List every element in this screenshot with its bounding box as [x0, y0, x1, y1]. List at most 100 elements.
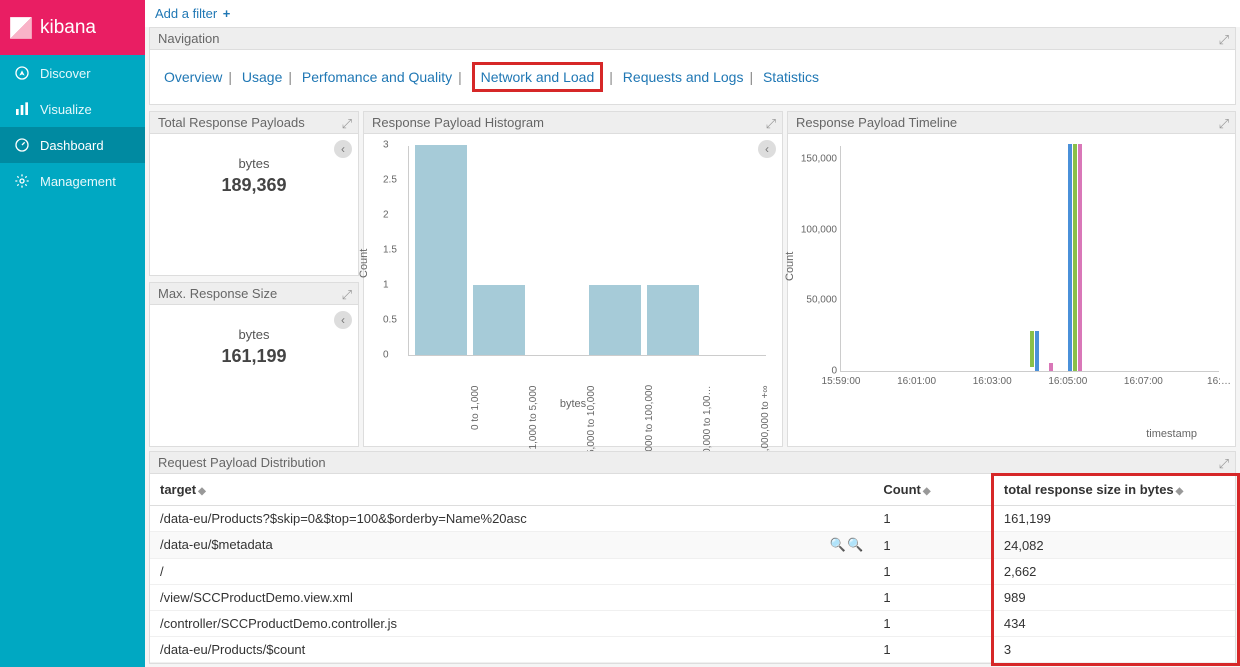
add-filter-label: Add a filter: [155, 6, 217, 21]
y-tick: 100,000: [797, 224, 837, 235]
histogram-title: Response Payload Histogram: [372, 115, 544, 130]
back-arrow-icon[interactable]: ‹: [334, 311, 352, 329]
tab-network-load[interactable]: Network and Load: [481, 69, 595, 85]
table-row[interactable]: /data-eu/$metadata🔍 🔍124,082: [150, 532, 1235, 559]
kibana-logo[interactable]: kibana: [0, 0, 145, 55]
cell-count: 1: [873, 585, 994, 611]
cell-target: /data-eu/$metadata🔍 🔍: [150, 532, 873, 559]
zoom-icons[interactable]: 🔍 🔍: [830, 537, 863, 553]
cell-bytes: 989: [994, 585, 1235, 611]
tab-overview[interactable]: Overview: [164, 69, 222, 85]
cell-bytes: 24,082: [994, 532, 1235, 559]
maximize-icon[interactable]: ⤢: [1219, 456, 1229, 472]
sidebar-item-visualize[interactable]: Visualize: [0, 91, 145, 127]
table-row[interactable]: /view/SCCProductDemo.view.xml1989: [150, 585, 1235, 611]
sidebar-item-management[interactable]: Management: [0, 163, 145, 199]
maximize-icon[interactable]: ⤢: [1219, 116, 1229, 132]
cell-bytes: 3: [994, 637, 1235, 663]
dashboard-row: Total Response Payloads ⤢ ‹ bytes 189,369…: [149, 111, 1236, 447]
y-tick: 150,000: [797, 154, 837, 165]
sort-icon: ◆: [1176, 486, 1184, 497]
cell-count: 1: [873, 532, 994, 559]
cell-bytes: 161,199: [994, 506, 1235, 532]
total-payloads-title: Total Response Payloads: [158, 115, 305, 130]
sidebar-item-dashboard[interactable]: Dashboard: [0, 127, 145, 163]
add-filter-link[interactable]: Add a filter +: [145, 0, 1240, 27]
tab-usage[interactable]: Usage: [242, 69, 282, 85]
cell-target: /controller/SCCProductDemo.controller.js: [150, 611, 873, 637]
cell-target: /view/SCCProductDemo.view.xml: [150, 585, 873, 611]
timeline-bar: [1035, 331, 1039, 371]
cell-bytes: 2,662: [994, 559, 1235, 585]
cell-count: 1: [873, 506, 994, 532]
cell-target: /data-eu/Products?$skip=0&$top=100&$orde…: [150, 506, 873, 532]
sort-icon: ◆: [198, 486, 206, 497]
histogram-card: Response Payload Histogram⤢ ‹ Count 00.5…: [363, 111, 783, 447]
cell-target: /data-eu/Products/$count: [150, 637, 873, 663]
y-tick: 1: [383, 280, 389, 291]
tab-requests-logs[interactable]: Requests and Logs: [623, 69, 744, 85]
y-tick: 0: [383, 350, 389, 361]
brand-name: kibana: [40, 17, 96, 39]
histogram-bar[interactable]: 100,000 to 1,00…: [647, 285, 699, 355]
x-tick: 16:03:00: [973, 376, 1012, 387]
distribution-table: target◆ Count◆ total response size in by…: [150, 474, 1235, 663]
y-axis-label: Count: [358, 249, 370, 278]
histogram-bar[interactable]: 0 to 1,000: [415, 145, 467, 355]
cell-bytes: 434: [994, 611, 1235, 637]
y-tick: 2: [383, 210, 389, 221]
maximize-icon[interactable]: ⤢: [342, 287, 352, 303]
x-tick: 15:59:00: [822, 376, 861, 387]
histogram-chart[interactable]: Count 00.511.522.530 to 1,0001,000 to 5,…: [372, 142, 774, 402]
timeline-bar-group[interactable]: [1068, 144, 1082, 371]
timeline-bar: [1078, 144, 1082, 371]
y-tick: 2.5: [383, 175, 397, 186]
sidebar-label-dashboard: Dashboard: [40, 138, 104, 153]
timeline-bar: [1068, 144, 1072, 371]
sidebar-label-management: Management: [40, 174, 116, 189]
tab-links: Overview| Usage| Perfomance and Quality|…: [150, 50, 1235, 104]
timeline-title: Response Payload Timeline: [796, 115, 957, 130]
histogram-bar[interactable]: 1,000 to 5,000: [473, 285, 525, 355]
maximize-icon[interactable]: ⤢: [1219, 32, 1229, 48]
y-tick: 0.5: [383, 315, 397, 326]
sidebar-item-discover[interactable]: Discover: [0, 55, 145, 91]
timeline-chart[interactable]: Count 050,000100,000150,00015:59:0016:01…: [796, 142, 1227, 408]
navigation-panel-title: Navigation ⤢: [150, 28, 1235, 50]
col-header-bytes[interactable]: total response size in bytes◆: [994, 474, 1235, 506]
col-header-count[interactable]: Count◆: [873, 474, 994, 506]
table-row[interactable]: /12,662: [150, 559, 1235, 585]
kibana-mark-icon: [8, 15, 34, 41]
col-header-target[interactable]: target◆: [150, 474, 873, 506]
table-title: Request Payload Distribution: [158, 455, 326, 470]
max-size-title: Max. Response Size: [158, 286, 277, 301]
x-axis-label: timestamp: [1146, 428, 1197, 440]
timeline-bar-group[interactable]: [1049, 363, 1053, 371]
x-axis-label: bytes: [560, 398, 586, 410]
navigation-panel: Navigation ⤢ Overview| Usage| Perfomance…: [149, 27, 1236, 105]
x-tick: 16:05:00: [1048, 376, 1087, 387]
cell-count: 1: [873, 611, 994, 637]
y-tick: 1.5: [383, 245, 397, 256]
maximize-icon[interactable]: ⤢: [766, 116, 776, 132]
x-tick: 16:…: [1207, 376, 1231, 387]
metric-value: 189,369: [158, 175, 350, 196]
maximize-icon[interactable]: ⤢: [342, 116, 352, 132]
sidebar: kibana Discover Visualize Dashboard Mana…: [0, 0, 145, 667]
tab-performance[interactable]: Perfomance and Quality: [302, 69, 452, 85]
x-tick: 16:07:00: [1124, 376, 1163, 387]
tab-statistics[interactable]: Statistics: [763, 69, 819, 85]
timeline-card: Response Payload Timeline⤢ Count 050,000…: [787, 111, 1236, 447]
back-arrow-icon[interactable]: ‹: [334, 140, 352, 158]
table-row[interactable]: /controller/SCCProductDemo.controller.js…: [150, 611, 1235, 637]
gear-icon: [14, 173, 30, 189]
gauge-icon: [14, 137, 30, 153]
cell-target: /: [150, 559, 873, 585]
histogram-bar[interactable]: 10,000 to 100,000: [589, 285, 641, 355]
table-row[interactable]: /data-eu/Products?$skip=0&$top=100&$orde…: [150, 506, 1235, 532]
table-row[interactable]: /data-eu/Products/$count13: [150, 637, 1235, 663]
metric-label: bytes: [158, 156, 350, 171]
max-size-card: Max. Response Size⤢ ‹ bytes 161,199: [149, 282, 359, 447]
timeline-bar-group[interactable]: [1030, 331, 1039, 371]
distribution-table-card: Request Payload Distribution ⤢ target◆ Co…: [149, 451, 1236, 664]
